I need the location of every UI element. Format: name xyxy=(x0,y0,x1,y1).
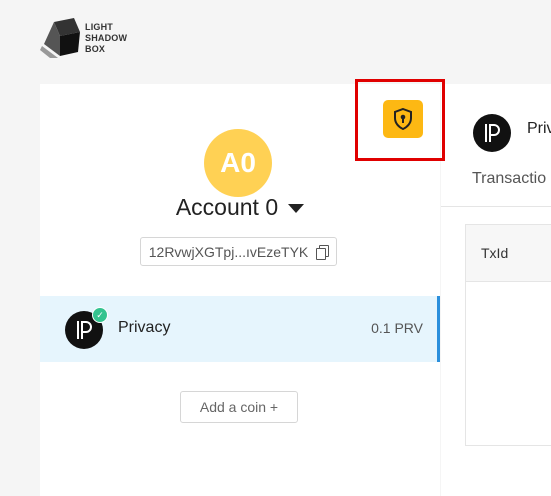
copy-icon[interactable] xyxy=(316,244,330,260)
privacy-coin-icon xyxy=(473,114,511,152)
account-address: 12RvwjXGTpj...ıvEzeTYK xyxy=(148,243,309,260)
coin-detail-panel: Priv Transactio TxId xyxy=(441,84,551,496)
coin-detail-title: Priv xyxy=(527,120,551,137)
check-icon: ✓ xyxy=(92,307,108,323)
caret-down-icon[interactable] xyxy=(288,204,305,213)
avatar: A0 xyxy=(204,129,272,197)
shield-lock-icon xyxy=(394,108,412,130)
cube-logo-icon xyxy=(40,18,80,58)
account-selector[interactable]: Account 0 xyxy=(40,194,440,221)
logo-text: LIGHT SHADOW BOX xyxy=(85,22,128,54)
coin-name: Privacy xyxy=(118,319,171,336)
table-header-txid: TxId xyxy=(466,225,551,282)
transactions-table: TxId xyxy=(465,224,551,446)
account-name[interactable]: Account 0 xyxy=(176,194,278,221)
coin-balance: 0.1 PRV xyxy=(371,320,423,336)
shield-button[interactable] xyxy=(383,100,423,138)
add-coin-button[interactable]: Add a coin + xyxy=(180,391,298,423)
app-logo: LIGHT SHADOW BOX xyxy=(40,18,150,58)
tab-transactions[interactable]: Transactio xyxy=(472,170,546,188)
address-field[interactable]: 12RvwjXGTpj...ıvEzeTYK xyxy=(140,237,337,266)
divider xyxy=(441,206,551,207)
coin-list-item[interactable]: ✓ Privacy 0.1 PRV xyxy=(40,296,440,362)
